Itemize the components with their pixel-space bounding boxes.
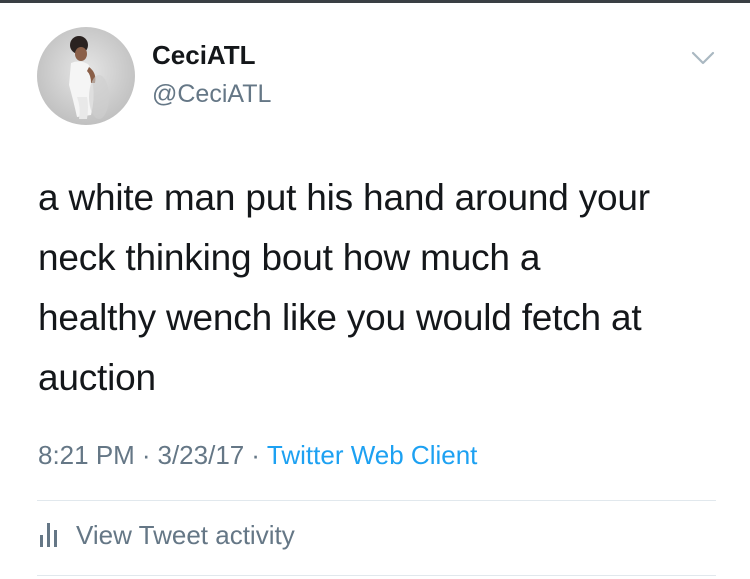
tweet-text-line: auction (38, 357, 156, 398)
separator: · (141, 440, 151, 470)
view-tweet-activity-button[interactable]: View Tweet activity (38, 520, 295, 551)
tweet-text-line: a white man put his hand around your (38, 177, 650, 218)
tweet-date[interactable]: 3/23/17 (158, 440, 245, 470)
tweet-metadata: 8:21 PM · 3/23/17 · Twitter Web Client (38, 440, 477, 471)
bar-chart-icon (40, 523, 57, 547)
avatar[interactable] (37, 27, 135, 125)
tweet-card: CeciATL @CeciATL a white man put his han… (0, 0, 750, 579)
display-name[interactable]: CeciATL (152, 40, 256, 71)
view-tweet-activity-label: View Tweet activity (76, 520, 295, 550)
avatar-image (37, 27, 135, 125)
tweet-client-link[interactable]: Twitter Web Client (267, 440, 477, 470)
divider (37, 575, 716, 576)
tweet-text-line: healthy wench like you would fetch at (38, 297, 642, 338)
chevron-down-icon[interactable] (690, 48, 716, 68)
user-handle[interactable]: @CeciATL (152, 80, 271, 109)
tweet-text: a white man put his hand around your nec… (38, 168, 718, 408)
tweet-text-line: neck thinking bout how much a (38, 237, 541, 278)
divider (37, 500, 716, 501)
separator: · (251, 440, 260, 470)
tweet-time[interactable]: 8:21 PM (38, 440, 135, 470)
